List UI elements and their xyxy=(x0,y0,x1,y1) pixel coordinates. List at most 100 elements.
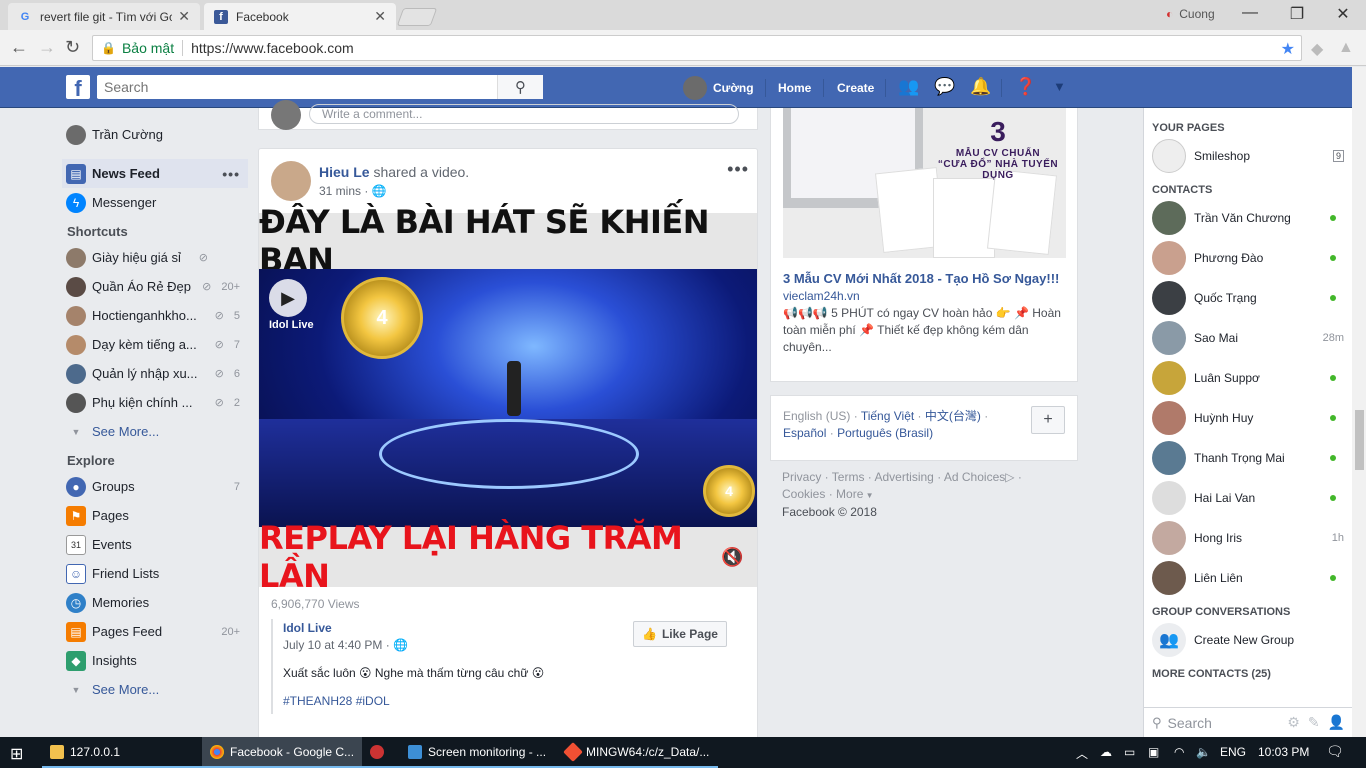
shortcut-item[interactable]: Giày hiệu giá sỉ ⊘ xyxy=(62,243,248,272)
author-name[interactable]: Hieu Le xyxy=(319,164,370,180)
shortcut-item[interactable]: Quản lý nhập xu... ⊘ 6 xyxy=(62,359,248,388)
footer-link-terms[interactable]: Terms xyxy=(832,470,865,484)
forward-icon[interactable]: → xyxy=(38,37,56,58)
sidebar-item-groups[interactable]: ● Groups 7 xyxy=(62,472,248,501)
more-options-icon[interactable]: ••• xyxy=(727,159,749,180)
sponsored-ad[interactable]: 3 MẪU CV CHUẨN “CƯA ĐỔ” NHÀ TUYỂN DỤNG 3… xyxy=(770,108,1078,382)
create-group-row[interactable]: 👥 Create New Group xyxy=(1144,620,1352,660)
contact-row[interactable]: Thanh Trọng Mai xyxy=(1144,438,1352,478)
window-close-icon[interactable]: ✕ xyxy=(1328,4,1358,24)
contact-row[interactable]: Hong Iris 1h xyxy=(1144,518,1352,558)
input-language[interactable]: ENG xyxy=(1220,745,1246,759)
taskbar-item[interactable]: Facebook - Google C... xyxy=(202,737,362,768)
footer-link-more[interactable]: More xyxy=(836,487,863,501)
ad-domain[interactable]: vieclam24h.vn xyxy=(783,289,860,303)
sidebar-item-pages-feed[interactable]: ▤ Pages Feed 20+ xyxy=(62,617,248,646)
shortcut-item[interactable]: Hoctienganhkho... ⊘ 5 xyxy=(62,301,248,330)
tray-app-icon[interactable]: ▣ xyxy=(1148,745,1159,759)
reload-icon[interactable]: ↻ xyxy=(65,37,80,58)
sidebar-item-insights[interactable]: ◆ Insights xyxy=(62,646,248,675)
contact-row[interactable]: Liên Liên xyxy=(1144,558,1352,598)
footer-link-privacy[interactable]: Privacy xyxy=(782,470,821,484)
help-icon[interactable]: ❓ xyxy=(1015,77,1036,97)
mute-icon[interactable]: 🔇 xyxy=(721,547,743,568)
like-page-button[interactable]: 👍 Like Page xyxy=(633,621,727,647)
shortcut-item[interactable]: Quần Áo Rẻ Đẹp ⊘ 20+ xyxy=(62,272,248,301)
language-link[interactable]: Español xyxy=(783,426,826,440)
facebook-logo-icon[interactable]: f xyxy=(66,75,90,101)
contact-row[interactable]: Phương Đào xyxy=(1144,238,1352,278)
see-more-explore[interactable]: ▼ See More... xyxy=(62,675,248,704)
search-input[interactable] xyxy=(97,76,497,98)
new-group-icon[interactable]: 👤 xyxy=(1328,714,1345,731)
comment-input[interactable]: Write a comment... xyxy=(309,104,739,124)
extension-icon[interactable]: ◆ xyxy=(1311,39,1323,59)
see-more-shortcuts[interactable]: ▼ See More... xyxy=(62,417,248,446)
tray-chevron-up-icon[interactable]: ︿ xyxy=(1076,745,1088,762)
add-language-button[interactable]: + xyxy=(1031,406,1065,434)
close-icon[interactable]: ✕ xyxy=(178,8,190,25)
taskbar-item[interactable]: Screen monitoring - ... xyxy=(400,737,558,768)
messenger-icon[interactable]: 💬 xyxy=(934,77,955,97)
taskbar-item[interactable]: 127.0.0.1 xyxy=(42,737,202,768)
contact-row[interactable]: Huỳnh Huy xyxy=(1144,398,1352,438)
browser-profile[interactable]: ◐ Cuong xyxy=(1166,7,1215,21)
language-link[interactable]: 中文(台灣) xyxy=(925,409,981,423)
restore-icon[interactable]: ❐ xyxy=(1282,4,1312,24)
browser-tab-google[interactable]: G revert file git - Tìm với Gc ✕ xyxy=(8,3,200,30)
sidebar-item-news-feed[interactable]: ▤ News Feed ••• xyxy=(62,159,248,188)
home-link[interactable]: Home xyxy=(778,67,811,108)
minimize-icon[interactable]: — xyxy=(1235,4,1265,22)
clock-time[interactable]: 10:03 PM xyxy=(1258,745,1309,759)
shortcut-item[interactable]: Dạy kèm tiếng a... ⊘ 7 xyxy=(62,330,248,359)
ad-image[interactable]: 3 MẪU CV CHUẨN “CƯA ĐỔ” NHÀ TUYỂN DỤNG xyxy=(783,108,1066,258)
action-center-icon[interactable]: 🗨 xyxy=(1326,743,1344,760)
browser-tab-facebook[interactable]: f Facebook ✕ xyxy=(204,3,396,30)
page-scrollbar[interactable] xyxy=(1352,67,1366,737)
tray-battery-icon[interactable]: ▭ xyxy=(1124,745,1135,759)
contact-row[interactable]: Luân Suppơ xyxy=(1144,358,1352,398)
back-icon[interactable]: ← xyxy=(10,37,28,58)
sidebar-item-events[interactable]: 31 Events xyxy=(62,530,248,559)
language-link[interactable]: Tiếng Việt xyxy=(861,409,914,423)
more-icon[interactable]: ••• xyxy=(222,166,240,182)
hashtags[interactable]: #THEANH28 #iDOL xyxy=(283,694,747,708)
author-avatar[interactable] xyxy=(271,161,311,201)
sidebar-item-pages[interactable]: ⚑ Pages xyxy=(62,501,248,530)
video-player[interactable]: ĐÂY LÀ BÀI HÁT SẼ KHIẾN BẠN 4 4 ▶ Idol L… xyxy=(259,203,757,595)
taskbar-item[interactable]: MINGW64:/c/z_Data/... xyxy=(558,737,718,768)
taskbar-item[interactable] xyxy=(362,737,400,768)
footer-link-advertising[interactable]: Advertising xyxy=(874,470,933,484)
sidebar-item-friend-lists[interactable]: ☺ Friend Lists xyxy=(62,559,248,588)
extension-icon[interactable]: ▲ xyxy=(1338,39,1354,57)
footer-link-cookies[interactable]: Cookies xyxy=(782,487,825,501)
footer-link-ad-choices[interactable]: Ad Choices xyxy=(944,470,1005,484)
profile-link[interactable]: Cường xyxy=(683,67,754,108)
ad-title[interactable]: 3 Mẫu CV Mới Nhất 2018 - Tạo Hồ Sơ Ngay!… xyxy=(783,271,1059,286)
account-menu-icon[interactable]: ▼ xyxy=(1053,79,1066,94)
scrollbar-thumb[interactable] xyxy=(1355,410,1364,470)
windows-start-icon[interactable]: ⊞ xyxy=(10,744,23,764)
search-icon[interactable]: ⚲ xyxy=(497,75,543,99)
close-icon[interactable]: ✕ xyxy=(374,8,386,25)
sidebar-item-messenger[interactable]: ϟ Messenger xyxy=(62,188,248,217)
create-link[interactable]: Create xyxy=(837,67,874,108)
volume-icon[interactable]: 🔈 xyxy=(1196,745,1211,759)
wifi-icon[interactable]: ◠ xyxy=(1174,745,1184,759)
contact-row[interactable]: Trần Văn Chương xyxy=(1144,198,1352,238)
friend-requests-icon[interactable]: 👥 xyxy=(898,77,919,97)
tray-app-icon[interactable]: ☁ xyxy=(1100,745,1112,759)
sidebar-item-memories[interactable]: ◷ Memories xyxy=(62,588,248,617)
notifications-icon[interactable]: 🔔 xyxy=(970,77,991,97)
shortcut-item[interactable]: Phụ kiện chính ... ⊘ 2 xyxy=(62,388,248,417)
address-bar[interactable]: 🔒 Bảo mật https://www.facebook.com ★ xyxy=(92,35,1302,61)
bookmark-star-icon[interactable]: ★ xyxy=(1281,39,1295,59)
new-tab-button[interactable] xyxy=(396,8,438,26)
post-timestamp[interactable]: 31 mins · 🌐 xyxy=(319,184,387,198)
contact-row[interactable]: Sao Mai 28m xyxy=(1144,318,1352,358)
profile-shortcut[interactable]: Trần Cường xyxy=(62,120,248,149)
contact-row[interactable]: Hai Lai Van xyxy=(1144,478,1352,518)
language-link[interactable]: Português (Brasil) xyxy=(837,426,933,440)
settings-gear-icon[interactable]: ⚙ xyxy=(1287,714,1300,731)
chat-search[interactable]: ⚲ Search ⚙ ✎ 👤 xyxy=(1144,707,1352,737)
